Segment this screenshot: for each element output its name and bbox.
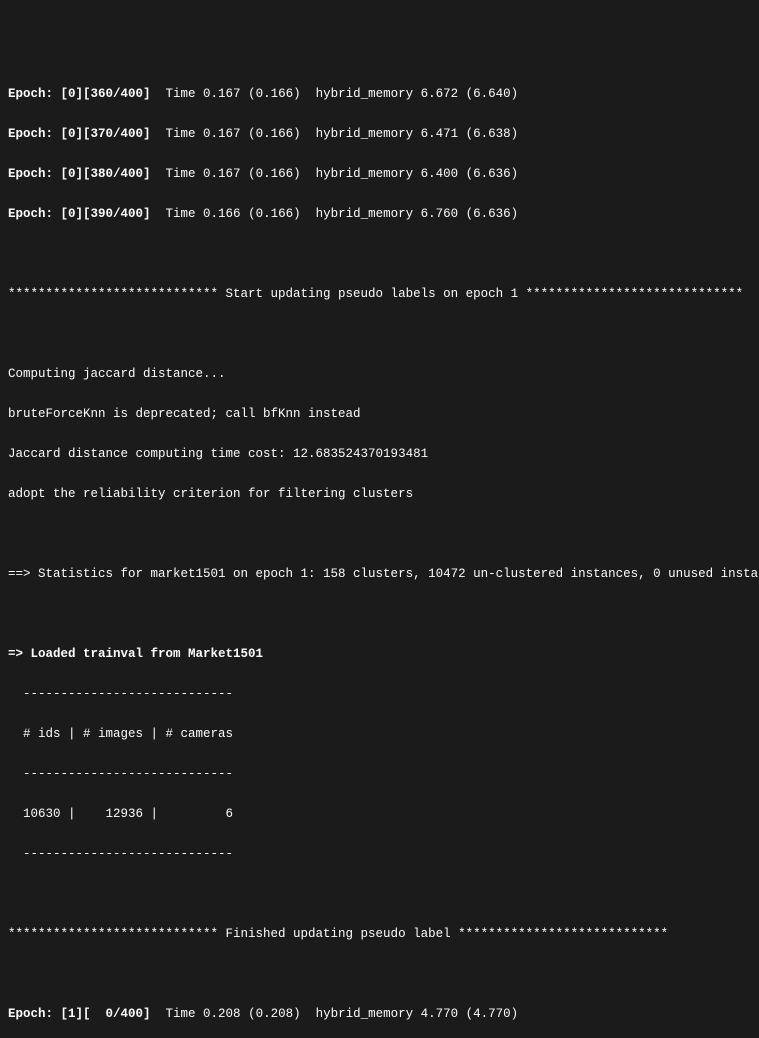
epoch-stats: Time 0.167 (0.166) hybrid_memory 6.400 (… xyxy=(151,167,519,181)
epoch-bracket: : [1][ 0/400] xyxy=(46,1007,151,1021)
epoch-line: Epoch: [0][370/400] Time 0.167 (0.166) h… xyxy=(8,124,751,144)
blank-line xyxy=(8,604,751,624)
start-banner: **************************** Start updat… xyxy=(8,284,751,304)
table-rule: ---------------------------- xyxy=(8,844,751,864)
epoch-stats: Time 0.167 (0.166) hybrid_memory 6.471 (… xyxy=(151,127,519,141)
epoch-line: Epoch: [0][390/400] Time 0.166 (0.166) h… xyxy=(8,204,751,224)
epoch-bracket: : [0][370/400] xyxy=(46,127,151,141)
blank-line xyxy=(8,244,751,264)
finish-banner: **************************** Finished up… xyxy=(8,924,751,944)
epoch-stats: Time 0.166 (0.166) hybrid_memory 6.760 (… xyxy=(151,207,519,221)
table-rule: ---------------------------- xyxy=(8,684,751,704)
blank-line xyxy=(8,884,751,904)
epoch-bracket: : [0][360/400] xyxy=(46,87,151,101)
epoch-label: Epoch xyxy=(8,167,46,181)
epoch-stats: Time 0.167 (0.166) hybrid_memory 6.672 (… xyxy=(151,87,519,101)
epoch-label: Epoch xyxy=(8,1007,46,1021)
loaded-heading: => Loaded trainval from Market1501 xyxy=(8,644,751,664)
log-line: bruteForceKnn is deprecated; call bfKnn … xyxy=(8,404,751,424)
table-row: 10630 | 12936 | 6 xyxy=(8,804,751,824)
epoch-line: Epoch: [0][380/400] Time 0.167 (0.166) h… xyxy=(8,164,751,184)
blank-line xyxy=(8,324,751,344)
table-rule: ---------------------------- xyxy=(8,764,751,784)
blank-line xyxy=(8,964,751,984)
log-line: Jaccard distance computing time cost: 12… xyxy=(8,444,751,464)
epoch-bracket: : [0][390/400] xyxy=(46,207,151,221)
epoch-label: Epoch xyxy=(8,207,46,221)
log-line: adopt the reliability criterion for filt… xyxy=(8,484,751,504)
epoch-line: Epoch: [1][ 0/400] Time 0.208 (0.208) hy… xyxy=(8,1004,751,1024)
epoch-label: Epoch xyxy=(8,87,46,101)
log-line: Computing jaccard distance... xyxy=(8,364,751,384)
table-header: # ids | # images | # cameras xyxy=(8,724,751,744)
stats-line: ==> Statistics for market1501 on epoch 1… xyxy=(8,564,751,584)
blank-line xyxy=(8,524,751,544)
epoch-line: Epoch: [0][360/400] Time 0.167 (0.166) h… xyxy=(8,84,751,104)
epoch-label: Epoch xyxy=(8,127,46,141)
epoch-bracket: : [0][380/400] xyxy=(46,167,151,181)
epoch-stats: Time 0.208 (0.208) hybrid_memory 4.770 (… xyxy=(151,1007,519,1021)
